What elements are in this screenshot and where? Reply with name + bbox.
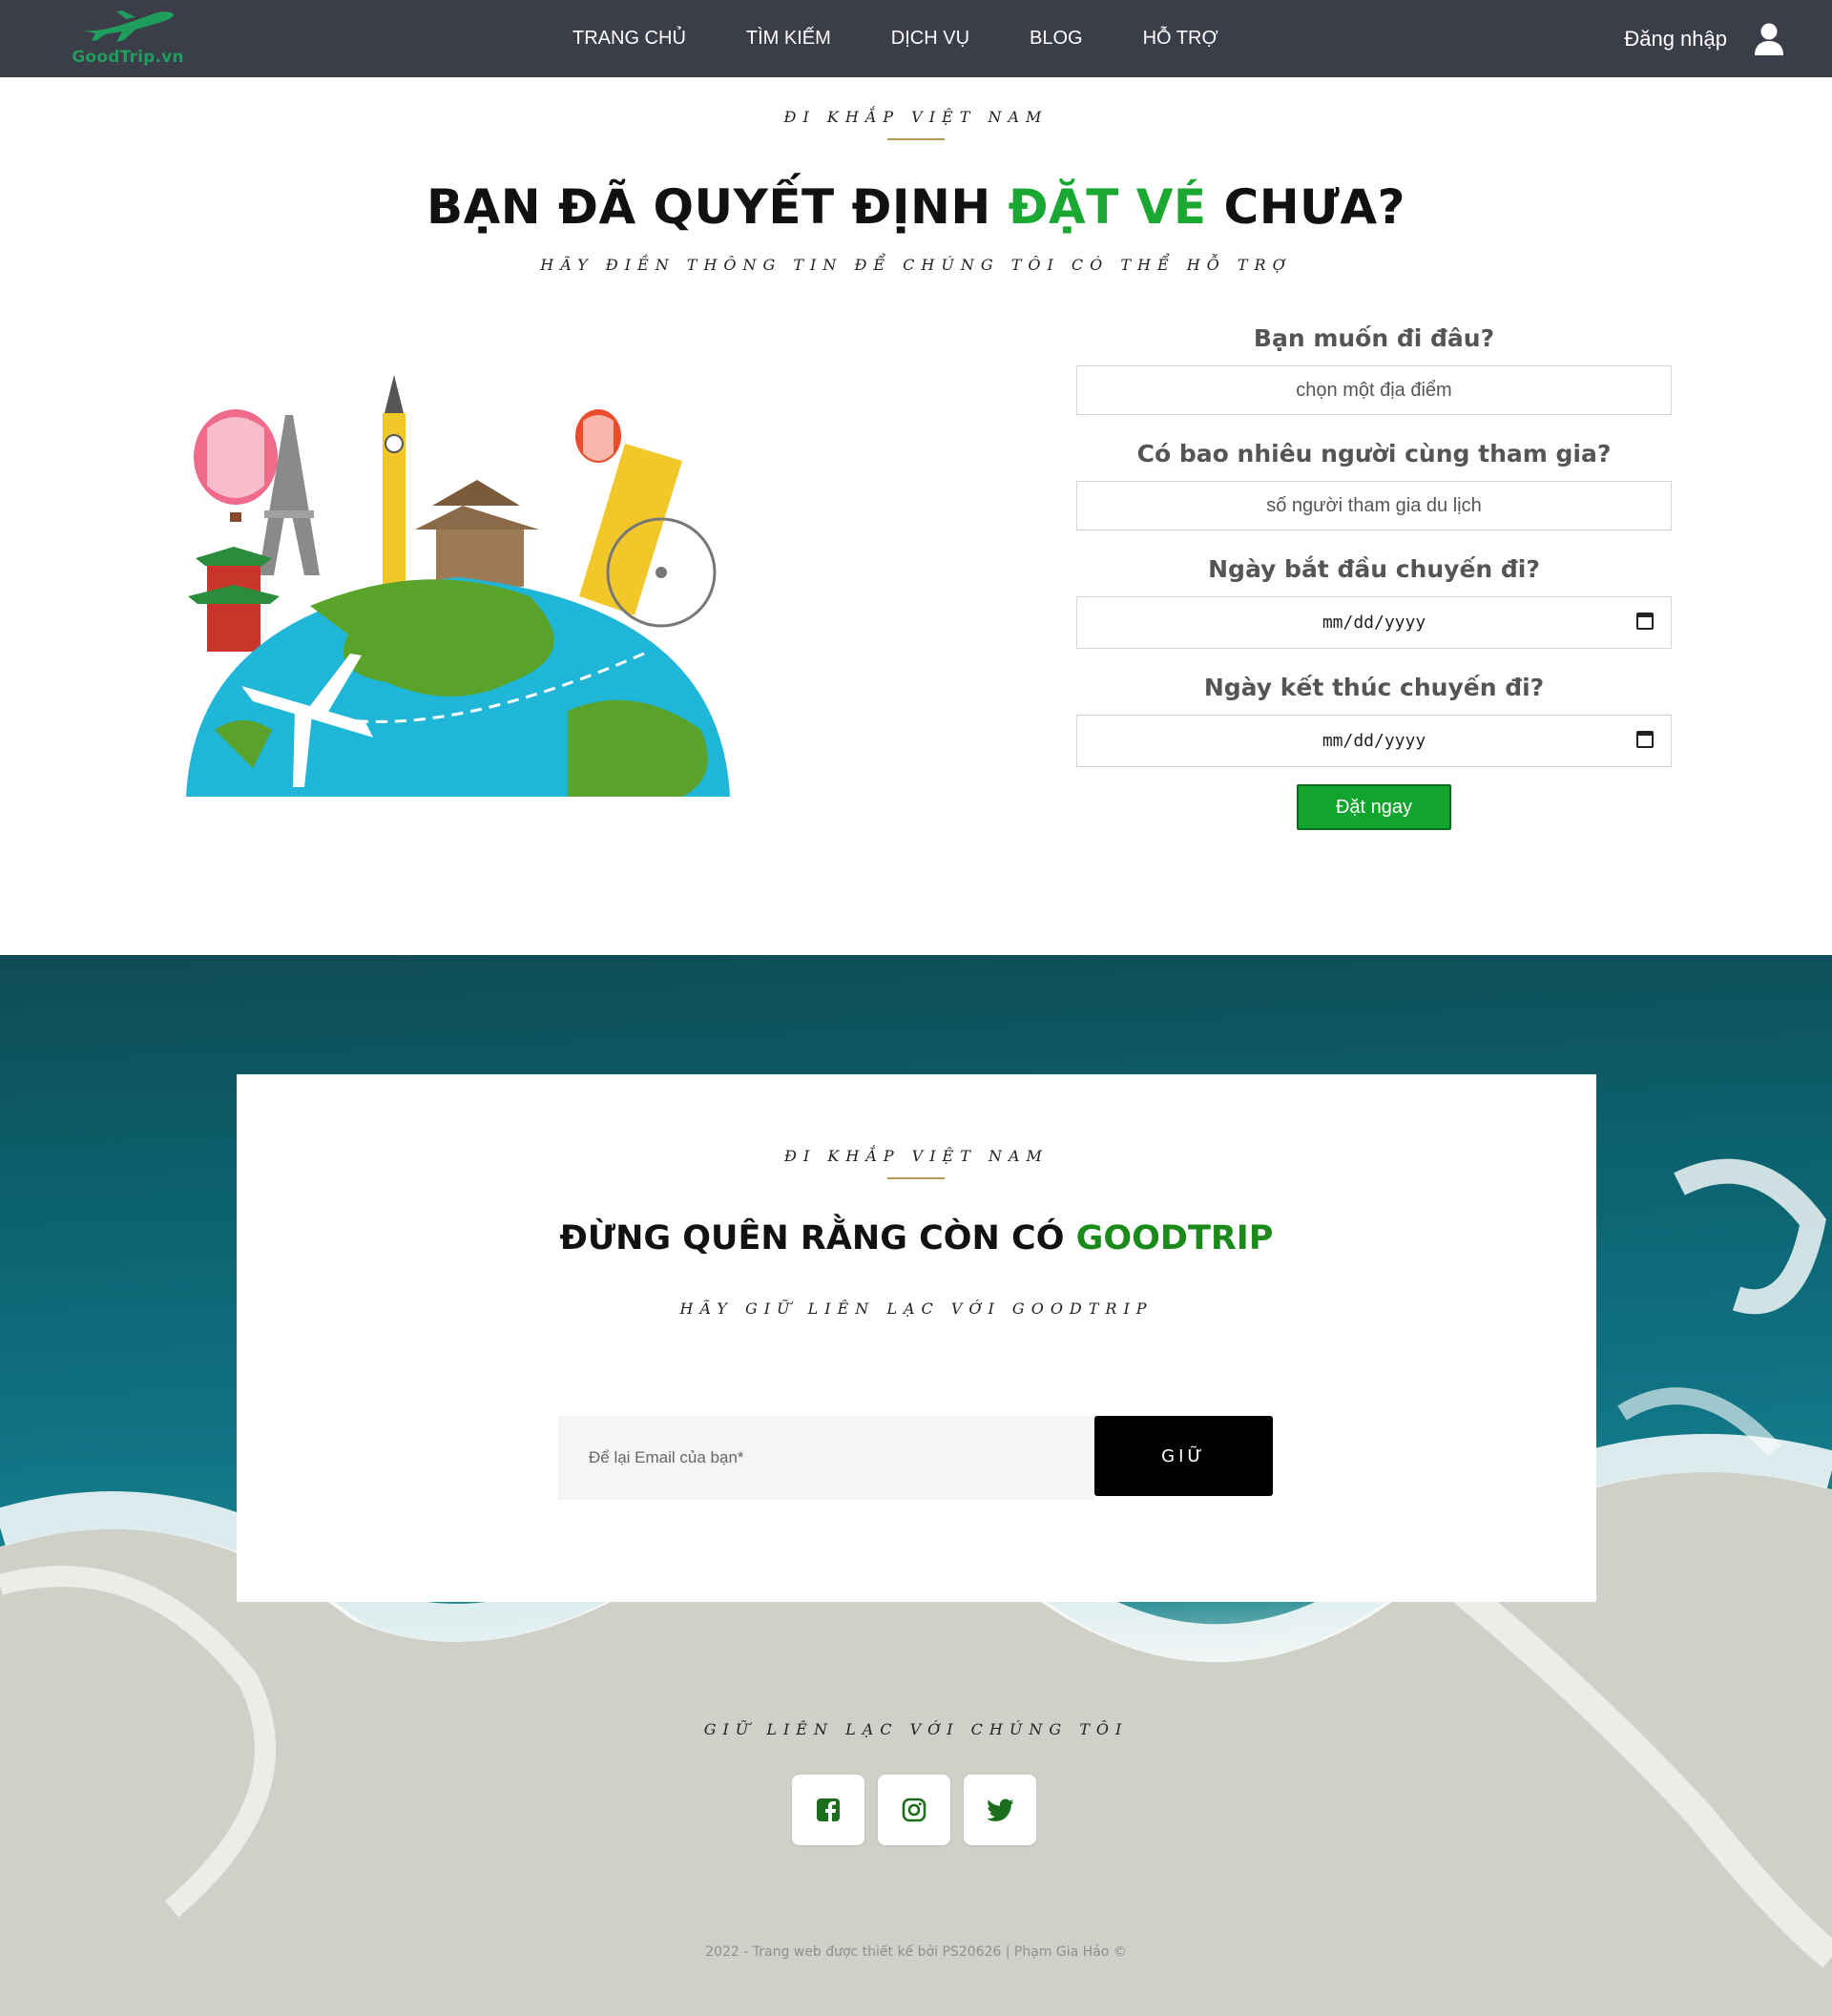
end-date-value: mm/dd/yyyy — [1322, 731, 1426, 751]
instagram-button[interactable] — [878, 1775, 950, 1845]
facebook-button[interactable] — [792, 1775, 864, 1845]
login-link[interactable]: Đăng nhập — [1624, 27, 1727, 52]
logo-text: GoodTrip.vn — [72, 48, 184, 67]
copyright-text: 2022 - Trang web được thiết kế bởi PS206… — [705, 1944, 1127, 1960]
subscribe-button[interactable]: GIỮ — [1094, 1416, 1273, 1496]
nav-link-search[interactable]: TÌM KIẾM — [746, 28, 831, 50]
hero-title: BẠN ĐÃ QUYẾT ĐỊNH ĐẶT VÉ CHƯA? — [0, 179, 1832, 235]
end-date-label: Ngày kết thúc chuyến đi? — [1203, 674, 1545, 701]
end-date-input[interactable]: mm/dd/yyyy — [1076, 715, 1672, 767]
newsletter-title: ĐỪNG QUÊN RẰNG CÒN CÓ GOODTRIP — [237, 1219, 1596, 1257]
hero-title-highlight: ĐẶT VÉ — [1008, 179, 1207, 235]
calendar-icon[interactable] — [1636, 731, 1654, 748]
nav-link-blog[interactable]: BLOG — [1030, 28, 1083, 50]
nav-account: Đăng nhập — [1624, 0, 1784, 77]
hero-subtitle: HÃY ĐIỀN THÔNG TIN ĐỂ CHÚNG TÔI CÓ THỂ H… — [540, 256, 1292, 274]
hero-eyebrow: ĐI KHẮP VIỆT NAM — [783, 108, 1049, 126]
start-date-input[interactable]: mm/dd/yyyy — [1076, 596, 1672, 649]
nav-link-home[interactable]: TRANG CHỦ — [572, 28, 686, 50]
book-now-button[interactable]: Đặt ngay — [1297, 784, 1451, 830]
hero-title-part2: CHƯA? — [1206, 179, 1406, 235]
newsletter-divider — [887, 1177, 945, 1179]
newsletter-subtitle: HÃY GIỮ LIÊN LẠC VỚI GOODTRIP — [679, 1299, 1154, 1318]
email-input[interactable]: Để lại Email của bạn* — [558, 1416, 1094, 1500]
main-nav: TRANG CHỦ TÌM KIẾM DỊCH VỤ BLOG HỖ TRỢ — [572, 0, 1279, 77]
contact-label: GIỮ LIÊN LẠC VỚI CHÚNG TÔI — [703, 1720, 1129, 1738]
site-logo[interactable]: GoodTrip.vn — [71, 8, 185, 71]
start-date-label: Ngày bắt đầu chuyến đi? — [1208, 555, 1540, 583]
twitter-icon — [987, 1798, 1013, 1821]
instagram-icon — [902, 1798, 926, 1822]
people-label: Có bao nhiêu người cùng tham gia? — [1136, 440, 1612, 468]
hero-title-part1: BẠN ĐÃ QUYẾT ĐỊNH — [426, 179, 1009, 235]
nav-link-services[interactable]: DỊCH VỤ — [891, 28, 969, 50]
facebook-icon — [817, 1798, 840, 1822]
top-navbar: GoodTrip.vn TRANG CHỦ TÌM KIẾM DỊCH VỤ B… — [0, 0, 1832, 77]
destination-input[interactable]: chọn một địa điểm — [1076, 365, 1672, 415]
twitter-button[interactable] — [964, 1775, 1036, 1845]
calendar-icon[interactable] — [1636, 613, 1654, 630]
booking-form: Bạn muốn đi đâu? chọn một địa điểm Có ba… — [1076, 324, 1672, 830]
people-input[interactable]: số người tham gia du lịch — [1076, 481, 1672, 530]
newsletter-card: ĐI KHẮP VIỆT NAM ĐỪNG QUÊN RẰNG CÒN CÓ G… — [237, 1074, 1596, 1602]
start-date-value: mm/dd/yyyy — [1322, 613, 1426, 633]
newsletter-eyebrow: ĐI KHẮP VIỆT NAM — [784, 1147, 1049, 1165]
hero-divider — [887, 138, 945, 140]
travel-illustration — [186, 367, 735, 801]
nav-link-support[interactable]: HỖ TRỢ — [1143, 28, 1218, 50]
destination-label: Bạn muốn đi đâu? — [1253, 324, 1495, 352]
newsletter-title-part1: ĐỪNG QUÊN RẰNG CÒN CÓ — [559, 1219, 1076, 1257]
social-links — [792, 1775, 1050, 1845]
newsletter-title-highlight: GOODTRIP — [1075, 1219, 1274, 1257]
airplane-logo-icon — [82, 10, 175, 42]
user-icon[interactable] — [1754, 23, 1784, 55]
